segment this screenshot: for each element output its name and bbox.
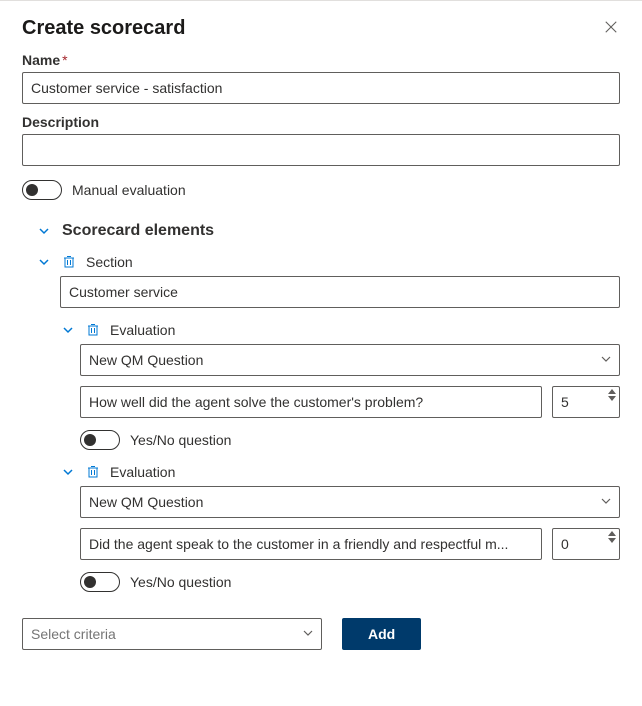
- score-wrap: [552, 528, 620, 560]
- evaluation-label: Evaluation: [110, 322, 175, 338]
- toggle-knob: [26, 184, 38, 196]
- scorecard-elements-label: Scorecard elements: [62, 222, 214, 240]
- evaluation-2-question-row: [80, 528, 620, 560]
- add-criteria-row: Add: [22, 618, 620, 650]
- spinner-up-icon[interactable]: [608, 389, 616, 394]
- yesno-toggle[interactable]: [80, 572, 120, 592]
- chevron-down-icon[interactable]: [36, 223, 52, 239]
- create-scorecard-panel: Create scorecard Name* Description Manua…: [0, 0, 642, 706]
- evaluation-label: Evaluation: [110, 464, 175, 480]
- question-text-input[interactable]: [80, 528, 542, 560]
- scorecard-elements-header: Scorecard elements: [36, 222, 620, 240]
- evaluation-1-body: Yes/No question: [80, 344, 620, 450]
- name-label-text: Name: [22, 52, 60, 68]
- evaluation-2-body: Yes/No question: [80, 486, 620, 592]
- description-input[interactable]: [22, 134, 620, 166]
- criteria-select-wrap: [22, 618, 322, 650]
- yesno-toggle-row-2: Yes/No question: [80, 572, 620, 592]
- evaluation-type-select[interactable]: [80, 486, 620, 518]
- section-name-wrap: [60, 276, 620, 308]
- manual-evaluation-label: Manual evaluation: [72, 182, 186, 198]
- delete-evaluation-icon[interactable]: [86, 464, 102, 480]
- yesno-toggle-row-1: Yes/No question: [80, 430, 620, 450]
- toggle-knob: [84, 434, 96, 446]
- section-name-input[interactable]: [60, 276, 620, 308]
- yesno-toggle[interactable]: [80, 430, 120, 450]
- evaluation-header-2: Evaluation: [60, 464, 620, 480]
- spinner-up-icon[interactable]: [608, 531, 616, 536]
- required-asterisk: *: [62, 52, 67, 68]
- panel-header: Create scorecard: [22, 17, 620, 40]
- evaluation-1-question-row: [80, 386, 620, 418]
- score-wrap: [552, 386, 620, 418]
- chevron-down-icon[interactable]: [60, 464, 76, 480]
- evaluation-header-1: Evaluation: [60, 322, 620, 338]
- question-text-input[interactable]: [80, 386, 542, 418]
- manual-evaluation-toggle-row: Manual evaluation: [22, 180, 620, 200]
- section-label: Section: [86, 254, 133, 270]
- add-button[interactable]: Add: [342, 618, 421, 650]
- panel-title: Create scorecard: [22, 17, 185, 40]
- toggle-knob: [84, 576, 96, 588]
- manual-evaluation-toggle[interactable]: [22, 180, 62, 200]
- score-spinner: [608, 389, 616, 401]
- name-input[interactable]: [22, 72, 620, 104]
- section-header: Section: [36, 254, 620, 270]
- yesno-label: Yes/No question: [130, 432, 231, 448]
- delete-evaluation-icon[interactable]: [86, 322, 102, 338]
- score-spinner: [608, 531, 616, 543]
- name-label: Name*: [22, 52, 620, 68]
- spinner-down-icon[interactable]: [608, 396, 616, 401]
- evaluation-2-type-wrap: [80, 486, 620, 518]
- spinner-down-icon[interactable]: [608, 538, 616, 543]
- chevron-down-icon[interactable]: [60, 322, 76, 338]
- close-icon[interactable]: [602, 17, 620, 39]
- description-label: Description: [22, 114, 620, 130]
- delete-section-icon[interactable]: [62, 254, 78, 270]
- criteria-select[interactable]: [22, 618, 322, 650]
- evaluation-type-select[interactable]: [80, 344, 620, 376]
- evaluation-1-type-wrap: [80, 344, 620, 376]
- yesno-label: Yes/No question: [130, 574, 231, 590]
- chevron-down-icon[interactable]: [36, 254, 52, 270]
